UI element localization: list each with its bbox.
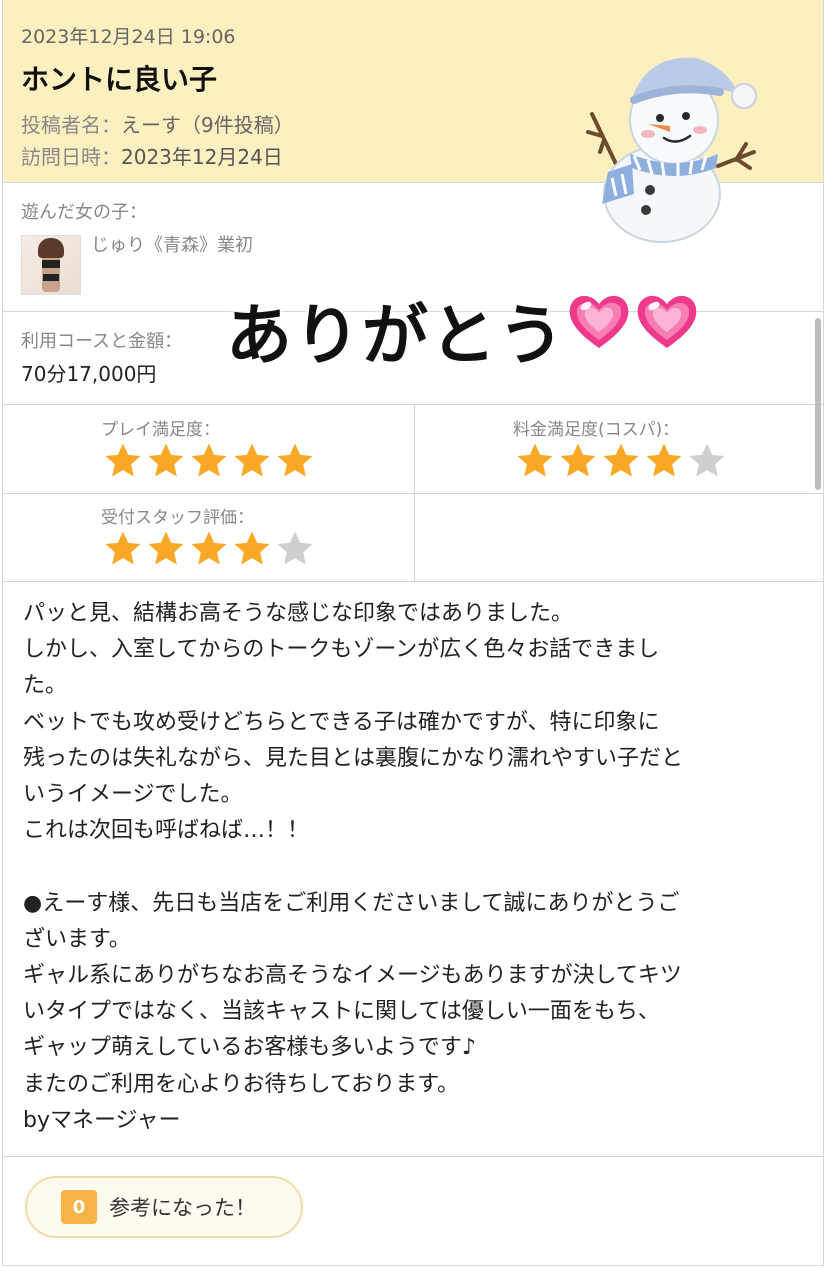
rating-label: 料金満足度(コスパ)： (513, 420, 680, 440)
scrollbar[interactable] (815, 318, 821, 490)
star-filled-icon (105, 531, 141, 565)
visit-value: 2023年12月24日 (121, 145, 283, 169)
rating-play: プレイ満足度： (3, 405, 413, 493)
star-filled-icon (517, 443, 553, 477)
rating-staff: 受付スタッフ評価： (3, 493, 413, 581)
girl-name-link[interactable]: じゅり《青森》業初 (91, 231, 253, 257)
star-rating (515, 441, 727, 481)
visit-row: 訪問日時：2023年12月24日 (21, 141, 283, 170)
poster-label: 投稿者名： (21, 113, 121, 137)
star-filled-icon (148, 443, 184, 477)
poster-value[interactable]: えーす（9件投稿） (121, 113, 294, 137)
rating-empty-cell (414, 493, 825, 581)
star-filled-icon (105, 443, 141, 477)
star-filled-icon (191, 531, 227, 565)
heart-icon (637, 295, 697, 348)
review-body: パッと見、結構お高そうな感じな印象ではありました。 しかし、入室してからのトーク… (23, 601, 684, 1133)
star-empty-icon (689, 443, 725, 477)
snowman-sticker (586, 57, 757, 243)
review-title: ホントに良い子 (21, 63, 218, 96)
star-filled-icon (277, 443, 313, 477)
star-filled-icon (646, 443, 682, 477)
visit-label: 訪問日時： (21, 145, 121, 169)
helpful-button[interactable]: 0 参考になった！ (25, 1176, 303, 1238)
ratings-row: 受付スタッフ評価： (3, 493, 823, 582)
helpful-count-badge: 0 (61, 1190, 97, 1224)
rating-price: 料金満足度(コスパ)： (414, 405, 825, 493)
rating-label: プレイ満足度： (101, 420, 220, 440)
star-filled-icon (148, 531, 184, 565)
heart-icon (569, 295, 629, 348)
star-empty-icon (277, 531, 313, 565)
star-filled-icon (191, 443, 227, 477)
poster-row: 投稿者名：えーす（9件投稿） (21, 109, 294, 138)
star-filled-icon (560, 443, 596, 477)
review-body-section: パッと見、結構お高そうな感じな印象ではありました。 しかし、入室してからのトーク… (3, 582, 823, 1157)
helpful-label: 参考になった！ (109, 1196, 256, 1220)
star-rating (103, 441, 315, 481)
review-date: 2023年12月24日 19:06 (21, 26, 236, 48)
rating-label: 受付スタッフ評価： (101, 508, 254, 528)
star-filled-icon (234, 443, 270, 477)
girl-label: 遊んだ女の子： (21, 202, 147, 223)
ratings-row: プレイ満足度： 料金満足度(コスパ)： (3, 405, 823, 494)
course-value: 70分17,000円 (21, 362, 157, 386)
star-filled-icon (234, 531, 270, 565)
course-label: 利用コースと金額： (21, 331, 183, 352)
star-rating (103, 529, 315, 569)
girl-thumbnail[interactable] (21, 235, 81, 295)
star-filled-icon (603, 443, 639, 477)
thanks-overlay-text: ありがとう (226, 297, 566, 374)
